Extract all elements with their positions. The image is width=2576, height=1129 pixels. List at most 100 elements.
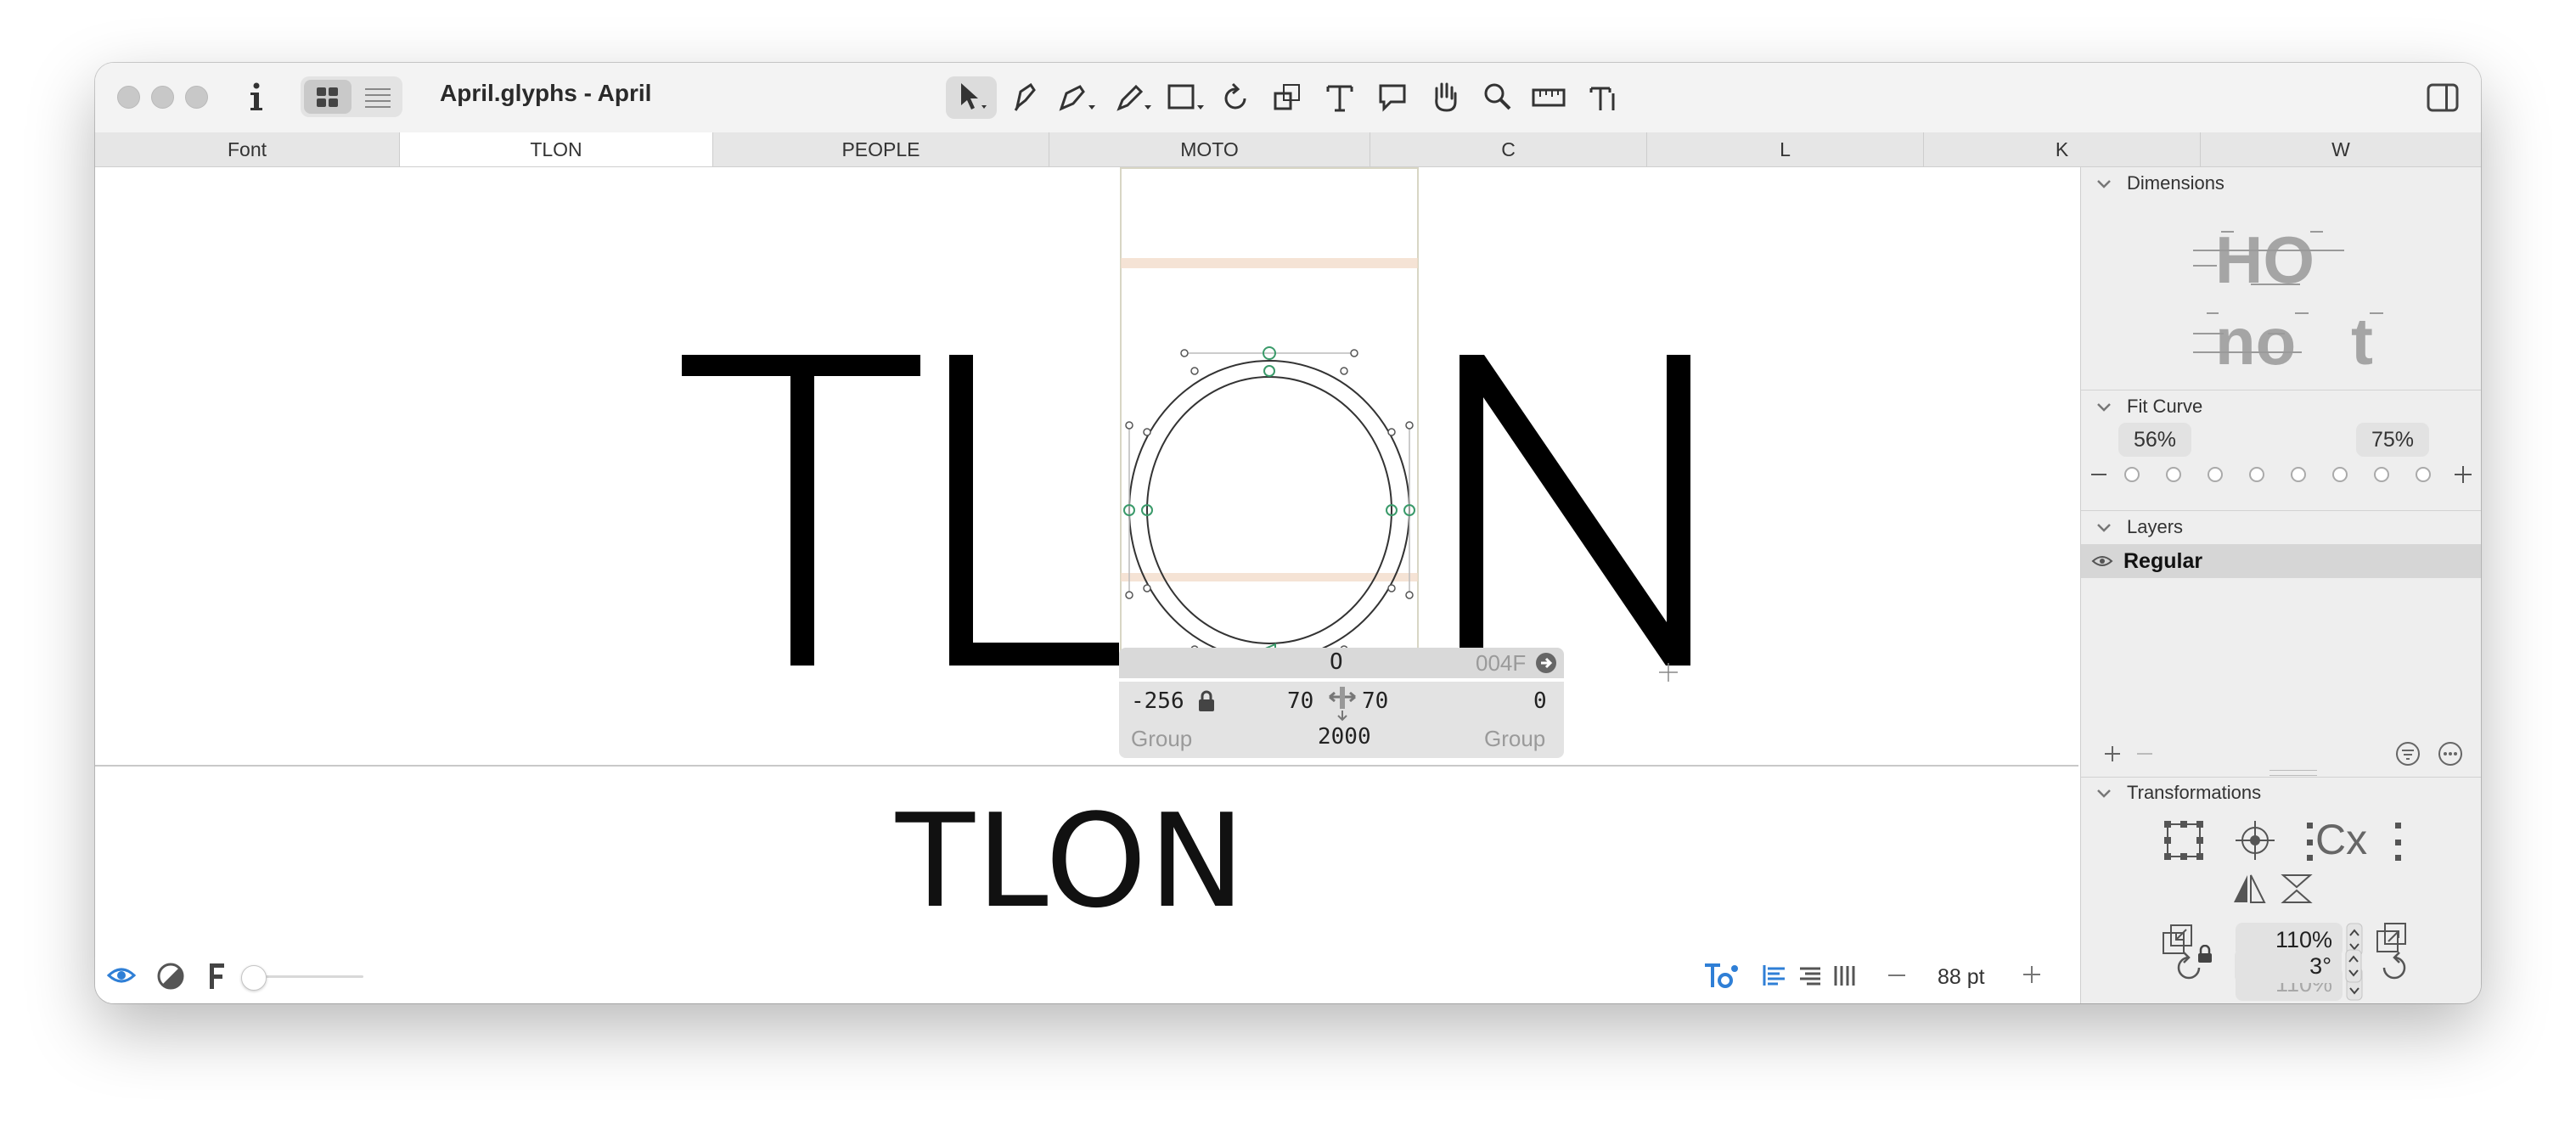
- go-arrow-icon[interactable]: [1535, 652, 1557, 674]
- rectangle-tool-icon[interactable]: [1167, 81, 1207, 114]
- overshoot-zone-top: [1121, 258, 1418, 268]
- zoom-in-icon[interactable]: [2021, 963, 2043, 986]
- text-options-icon[interactable]: [1703, 962, 1739, 991]
- origin-point-icon[interactable]: [2234, 819, 2276, 862]
- layers-title: Layers: [2127, 516, 2184, 537]
- list-view-icon[interactable]: [365, 87, 391, 109]
- bezier-handles: [1125, 349, 1414, 672]
- add-layer-icon[interactable]: [2103, 744, 2122, 763]
- layer-filter-icon[interactable]: [2395, 741, 2421, 767]
- scale-tool-icon[interactable]: [1272, 81, 1304, 114]
- dimension-guides: [2193, 231, 2383, 353]
- glyph-name-field[interactable]: O: [1330, 649, 1343, 675]
- justify-vertical-icon[interactable]: [1832, 963, 1856, 987]
- preview-text: TLON: [896, 786, 1247, 936]
- eye-icon[interactable]: [107, 965, 136, 986]
- width-field[interactable]: 2000: [1318, 724, 1371, 750]
- type-tool-icon[interactable]: [1588, 81, 1618, 114]
- glyph-T: [682, 355, 920, 666]
- cursor-crosshair: [1659, 663, 1678, 682]
- pencil-tool-icon[interactable]: [1114, 81, 1155, 114]
- tab-moto[interactable]: MOTO: [1049, 132, 1370, 166]
- glyph-info-header: O 004F: [1119, 648, 1564, 678]
- tab-l[interactable]: L: [1647, 132, 1924, 166]
- title-bar: April.glyphs - April: [95, 63, 2481, 132]
- preview-size-slider-track[interactable]: [253, 975, 363, 978]
- view-mode-segmented-control: [301, 76, 402, 117]
- fit-curve-title: Fit Curve: [2127, 396, 2203, 417]
- inspector-sidebar: Dimensions HO no t Fit Curve 56% 75% Lay…: [2080, 167, 2481, 1003]
- glyph-O-outer-path: [1128, 360, 1410, 660]
- fit-curve-min-field[interactable]: 56%: [2118, 423, 2191, 457]
- center-x-control[interactable]: Cx: [2307, 816, 2409, 867]
- flip-horizontal-icon[interactable]: [2232, 872, 2266, 906]
- tab-font[interactable]: Font: [95, 132, 400, 166]
- chevron-down-icon[interactable]: [2096, 523, 2112, 533]
- tab-people[interactable]: PEOPLE: [713, 132, 1049, 166]
- chevron-down-icon[interactable]: [2096, 789, 2112, 799]
- layer-visibility-icon[interactable]: [2091, 554, 2113, 568]
- layer-panel-resize-handle[interactable]: [2269, 770, 2317, 776]
- rotate-angle-field[interactable]: 3°: [2235, 949, 2342, 983]
- rotate-left-icon[interactable]: [2174, 949, 2208, 983]
- tab-c[interactable]: C: [1370, 132, 1647, 166]
- contrast-icon[interactable]: [156, 962, 185, 991]
- info-icon[interactable]: [246, 81, 267, 114]
- measurement-tool-icon[interactable]: [1532, 85, 1566, 110]
- transformations-title: Transformations: [2127, 782, 2262, 803]
- app-window: April.glyphs - April Font TLON PEOPLE MO…: [95, 63, 2481, 1003]
- layer-row-regular[interactable]: Regular: [2081, 544, 2481, 578]
- align-left-icon[interactable]: [1763, 963, 1788, 987]
- zoom-out-icon[interactable]: [1887, 967, 1909, 984]
- fit-curve-slider[interactable]: [2081, 458, 2481, 491]
- lsb-field[interactable]: 70: [1287, 688, 1313, 714]
- draw-tool-icon[interactable]: [1010, 81, 1039, 114]
- left-kerning-group[interactable]: Group: [1131, 726, 1192, 752]
- right-kerning-group[interactable]: Group: [1484, 726, 1545, 752]
- text-tool-icon[interactable]: [1325, 81, 1355, 114]
- rsb-field[interactable]: 70: [1362, 688, 1388, 714]
- tab-k[interactable]: K: [1924, 132, 2201, 166]
- select-tool-icon[interactable]: [956, 80, 990, 115]
- edit-canvas: [682, 167, 1690, 682]
- fit-curve-max-field[interactable]: 75%: [2356, 423, 2429, 457]
- glyph-info-box: O 004F -256 70 70 0 Group 2000 Group: [1119, 648, 1564, 758]
- grid-view-icon: [317, 87, 338, 107]
- chevron-down-icon[interactable]: [2096, 402, 2112, 413]
- remove-layer-icon[interactable]: [2135, 744, 2154, 763]
- rotate-right-icon[interactable]: [2376, 949, 2410, 983]
- glyph-N: [1460, 355, 1690, 666]
- zoom-tool-icon[interactable]: [1482, 81, 1513, 114]
- flip-vertical-icon[interactable]: [2280, 872, 2314, 906]
- sidebar-toggle-icon[interactable]: [2427, 83, 2459, 112]
- window-title: April.glyphs - April: [440, 80, 652, 106]
- glyph-L: [949, 355, 1119, 666]
- font-preview-icon[interactable]: [205, 962, 226, 991]
- align-right-icon[interactable]: [1798, 963, 1824, 987]
- glyph-metrics-panel: -256 70 70 0 Group 2000 Group: [1119, 682, 1564, 758]
- tab-tlon[interactable]: TLON: [400, 132, 713, 166]
- minimize-window-button[interactable]: [151, 86, 174, 109]
- y-value-field[interactable]: 0: [1533, 688, 1547, 714]
- layer-options-icon[interactable]: [2438, 741, 2463, 767]
- glyph-edit-view[interactable]: [95, 167, 2078, 763]
- pen-tool-icon[interactable]: [1058, 81, 1099, 114]
- hand-tool-icon[interactable]: [1430, 80, 1460, 114]
- center-x-guides: [2307, 823, 2401, 861]
- rotate-tool-icon[interactable]: [1221, 81, 1251, 114]
- zoom-window-button[interactable]: [185, 86, 208, 109]
- glyph-O-inner-path: [1146, 376, 1392, 644]
- bounding-box-icon[interactable]: [2163, 819, 2205, 862]
- tab-w[interactable]: W: [2201, 132, 2481, 166]
- unicode-field[interactable]: 004F: [1476, 650, 1526, 677]
- preview-size-slider-knob[interactable]: [241, 965, 267, 991]
- lock-icon[interactable]: [1197, 690, 1216, 712]
- rotate-stepper[interactable]: [2345, 949, 2362, 983]
- font-size-label: 88 pt: [1938, 965, 1985, 989]
- width-handle-icon[interactable]: [1326, 685, 1358, 722]
- annotation-tool-icon[interactable]: [1377, 81, 1408, 114]
- layer-name: Regular: [2123, 549, 2203, 573]
- tab-bar: Font TLON PEOPLE MOTO C L K W: [95, 132, 2481, 167]
- x-offset-field[interactable]: -256: [1131, 688, 1184, 714]
- close-window-button[interactable]: [117, 86, 140, 109]
